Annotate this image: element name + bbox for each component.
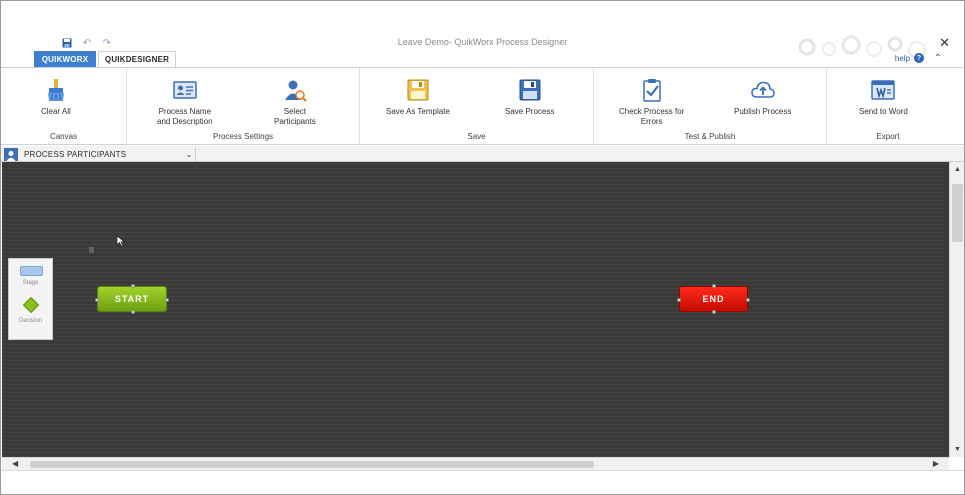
ribbon-group-canvas: Clear All Canvas	[1, 68, 127, 144]
horizontal-scrollbar[interactable]: ◀ ▶	[2, 457, 949, 470]
start-node-label: START	[114, 294, 150, 304]
ribbon-group-test-publish: Check Process for Errors Publish Process…	[594, 68, 827, 144]
connector-handle[interactable]	[712, 284, 716, 288]
chevron-down-icon: ⌄	[185, 149, 193, 159]
shape-palette: Stage Decision	[8, 258, 53, 340]
process-name-description-label: Process Name and Description	[157, 107, 213, 126]
tab-quikworx[interactable]: QUIKWORX	[34, 51, 96, 67]
process-participants-dropdown[interactable]: PROCESS PARTICIPANTS ⌄	[4, 147, 196, 161]
ribbon: Clear All Canvas Process Name and Descri…	[1, 67, 964, 145]
process-name-description-button[interactable]: Process Name and Description	[157, 78, 213, 127]
design-canvas[interactable]: Stage Decision START END	[2, 162, 949, 457]
participants-icon	[284, 80, 307, 102]
ribbon-group-save: Save As Template Save Process Save	[360, 68, 594, 144]
scroll-left-icon[interactable]: ◀	[12, 459, 18, 468]
word-icon	[871, 80, 896, 100]
end-node[interactable]: END	[677, 284, 750, 314]
connector-handle[interactable]	[746, 298, 750, 302]
group-label-process-settings: Process Settings	[212, 132, 274, 141]
clear-all-button[interactable]: Clear All	[41, 78, 71, 117]
start-node[interactable]: START	[95, 284, 169, 314]
connector-handle[interactable]	[165, 298, 169, 302]
ribbon-group-process-settings: Process Name and Description Select Part…	[127, 68, 360, 144]
small-marker-icon	[89, 247, 94, 253]
scroll-down-icon[interactable]: ▼	[950, 446, 964, 453]
status-area	[1, 470, 964, 494]
palette-stage-shape[interactable]	[20, 266, 43, 276]
scroll-up-icon[interactable]: ▲	[950, 166, 964, 173]
connector-handle[interactable]	[95, 298, 99, 302]
vertical-scrollbar[interactable]: ▲ ▼	[949, 162, 964, 457]
participants-bar: PROCESS PARTICIPANTS ⌄	[1, 146, 964, 162]
mouse-pointer-icon	[116, 235, 126, 247]
user-icon	[4, 147, 18, 161]
connector-handle[interactable]	[131, 284, 135, 288]
save-as-template-button[interactable]: Save As Template	[386, 78, 450, 117]
horizontal-scroll-thumb[interactable]	[30, 461, 594, 468]
top-blank-area	[1, 1, 964, 36]
palette-decision-shape[interactable]	[23, 297, 39, 313]
checklist-icon	[642, 79, 661, 102]
publish-process-button[interactable]: Publish Process	[734, 78, 791, 117]
id-card-icon	[173, 81, 197, 99]
send-to-word-label: Send to Word	[859, 107, 908, 116]
palette-decision-label: Decision	[18, 318, 42, 324]
save-process-label: Save Process	[505, 107, 555, 116]
cloud-upload-icon	[750, 81, 775, 98]
connector-handle[interactable]	[677, 298, 681, 302]
help-icon: ?	[914, 53, 924, 63]
select-participants-button[interactable]: Select Participants	[274, 78, 316, 127]
select-participants-label: Select Participants	[274, 107, 316, 126]
process-participants-label: PROCESS PARTICIPANTS	[24, 149, 127, 159]
group-label-canvas: Canvas	[49, 132, 78, 141]
ribbon-tab-row: QUIKWORX QUIKDESIGNER	[1, 51, 964, 67]
close-icon[interactable]: ✕	[939, 35, 950, 51]
vertical-scroll-thumb[interactable]	[952, 184, 963, 242]
group-label-test-publish: Test & Publish	[684, 132, 736, 141]
connector-handle[interactable]	[131, 310, 135, 314]
brush-icon	[47, 79, 64, 101]
check-process-errors-label: Check Process for Errors	[619, 107, 685, 126]
save-process-icon	[519, 79, 541, 101]
scroll-right-icon[interactable]: ▶	[933, 459, 939, 468]
clear-all-label: Clear All	[41, 107, 71, 116]
save-process-button[interactable]: Save Process	[505, 78, 554, 117]
help-link[interactable]: help ?	[895, 53, 924, 63]
collapse-ribbon-icon[interactable]: ⌃	[934, 53, 942, 64]
help-label: help	[894, 53, 910, 63]
app-window: ↶ ↷ Leave Demo- QuikWorx Process Designe…	[0, 0, 965, 495]
publish-process-label: Publish Process	[734, 107, 792, 116]
end-node-label: END	[702, 294, 725, 304]
send-to-word-button[interactable]: Send to Word	[859, 78, 908, 117]
palette-stage-label: Stage	[22, 280, 39, 286]
group-label-save: Save	[467, 132, 486, 141]
ribbon-group-export: Send to Word Export	[827, 68, 949, 144]
save-template-icon	[407, 79, 429, 101]
save-as-template-label: Save As Template	[386, 107, 450, 116]
tab-quikdesigner[interactable]: QUIKDESIGNER	[98, 51, 176, 67]
check-process-errors-button[interactable]: Check Process for Errors	[619, 78, 684, 127]
connector-handle[interactable]	[712, 310, 716, 314]
group-label-export: Export	[876, 132, 900, 141]
